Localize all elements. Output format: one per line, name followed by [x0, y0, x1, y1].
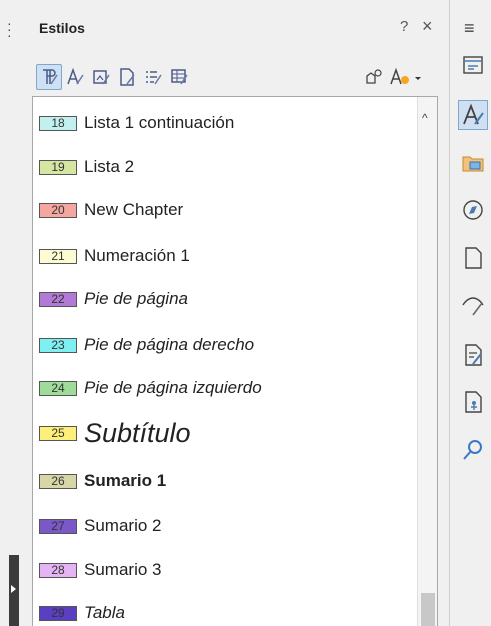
character-styles-icon	[67, 67, 84, 85]
list-item[interactable]: 28 Sumario 3	[33, 560, 413, 580]
list-item[interactable]: 23 Pie de página derecho	[33, 335, 413, 355]
list-item[interactable]: 20 New Chapter	[33, 200, 413, 220]
list-item[interactable]: 19 Lista 2	[33, 157, 413, 177]
frame-styles-button[interactable]	[88, 64, 114, 90]
left-dock-strip: · · ·	[0, 0, 12, 626]
styles-toolbar	[20, 56, 449, 96]
design-icon	[465, 391, 482, 413]
style-color-swatch: 19	[39, 159, 77, 175]
style-color-swatch: 22	[39, 291, 77, 307]
style-color-swatch: 25	[39, 426, 77, 441]
style-name-label: New Chapter	[84, 200, 184, 219]
style-color-swatch: 26	[39, 473, 77, 489]
style-name-label: Pie de página izquierdo	[84, 378, 262, 397]
list-item[interactable]: 21 Numeración 1	[33, 246, 413, 266]
gallery-icon	[462, 156, 484, 172]
table-styles-button[interactable]	[166, 64, 192, 90]
sidebar-menu-button[interactable]: ≡	[464, 18, 475, 39]
scrollbar-thumb[interactable]	[421, 593, 435, 626]
style-inspector-deck-button[interactable]	[458, 290, 488, 320]
style-color-swatch: 18	[39, 115, 77, 131]
list-item[interactable]: 22 Pie de página	[33, 289, 413, 309]
fill-format-mode-icon	[366, 69, 382, 84]
style-color-swatch: 23	[39, 337, 77, 353]
collapse-sidebar-handle[interactable]	[9, 555, 19, 626]
new-style-menu-button[interactable]	[386, 64, 426, 90]
navigator-icon	[463, 200, 483, 220]
list-item[interactable]: 24 Pie de página izquierdo	[33, 378, 413, 398]
style-name-label: Sumario 2	[84, 516, 162, 535]
style-name-label: Numeración 1	[84, 246, 190, 265]
vertical-scrollbar[interactable]: ^	[417, 97, 437, 626]
style-name-label: Lista 2	[84, 157, 135, 176]
gallery-deck-button[interactable]	[458, 147, 488, 177]
styles-panel: Estilos ? × 18 Lista 1 continuación 19 Li	[20, 0, 449, 626]
find-icon	[463, 440, 482, 460]
design-deck-button[interactable]	[458, 387, 488, 417]
scroll-up-arrow-icon[interactable]: ^	[422, 111, 428, 125]
style-inspector-icon	[462, 297, 484, 316]
table-styles-icon	[171, 69, 188, 85]
style-name-label: Subtítulo	[84, 418, 191, 448]
style-color-swatch: 27	[39, 518, 77, 534]
style-color-swatch: 24	[39, 380, 77, 396]
page-styles-button[interactable]	[114, 64, 140, 90]
list-item[interactable]: 27 Sumario 2	[33, 516, 413, 536]
frame-styles-icon	[93, 70, 110, 85]
style-color-swatch: 20	[39, 202, 77, 218]
paragraph-styles-icon	[43, 69, 58, 85]
fill-format-mode-button[interactable]	[360, 64, 386, 90]
new-style-from-selection-icon	[390, 67, 421, 85]
expand-arrow-icon	[11, 585, 16, 593]
navigator-deck-button[interactable]	[458, 195, 488, 225]
list-item[interactable]: 26 Sumario 1	[33, 471, 413, 491]
find-deck-button[interactable]	[458, 435, 488, 465]
page-styles-icon	[120, 68, 135, 86]
help-button[interactable]: ?	[400, 18, 408, 35]
page-icon	[465, 247, 482, 269]
panel-title: Estilos	[39, 20, 85, 36]
style-name-label: Pie de página	[84, 289, 188, 308]
style-name-label: Sumario 3	[84, 560, 162, 579]
drag-grip-icon[interactable]: · · ·	[7, 16, 12, 42]
styles-list[interactable]: 18 Lista 1 continuación 19 Lista 2 20 New Cha…	[32, 96, 438, 626]
style-color-swatch: 21	[39, 248, 77, 264]
style-color-swatch: 28	[39, 562, 77, 578]
list-item[interactable]: 25 Subtítulo	[33, 418, 413, 449]
list-styles-button[interactable]	[140, 64, 166, 90]
list-item[interactable]: 18 Lista 1 continuación	[33, 113, 413, 133]
style-color-swatch: 29	[39, 605, 77, 621]
page-deck-button[interactable]	[458, 243, 488, 273]
style-name-label: Tabla	[84, 603, 125, 622]
properties-deck-button[interactable]	[458, 50, 488, 80]
styles-icon	[463, 103, 484, 125]
styles-deck-button[interactable]	[458, 100, 488, 130]
style-name-label: Lista 1 continuación	[84, 113, 235, 132]
style-name-label: Pie de página derecho	[84, 335, 255, 354]
style-name-label: Sumario 1	[84, 471, 167, 490]
list-item[interactable]: 29 Tabla	[33, 603, 413, 623]
paragraph-styles-button[interactable]	[36, 64, 62, 90]
list-styles-icon	[146, 71, 162, 85]
properties-icon	[463, 56, 483, 74]
manage-changes-icon	[465, 344, 482, 366]
close-button[interactable]: ×	[422, 16, 433, 37]
sidebar-deck: ≡	[449, 0, 491, 626]
panel-title-bar: Estilos ? ×	[20, 0, 449, 56]
character-styles-button[interactable]	[62, 64, 88, 90]
manage-changes-deck-button[interactable]	[458, 340, 488, 370]
